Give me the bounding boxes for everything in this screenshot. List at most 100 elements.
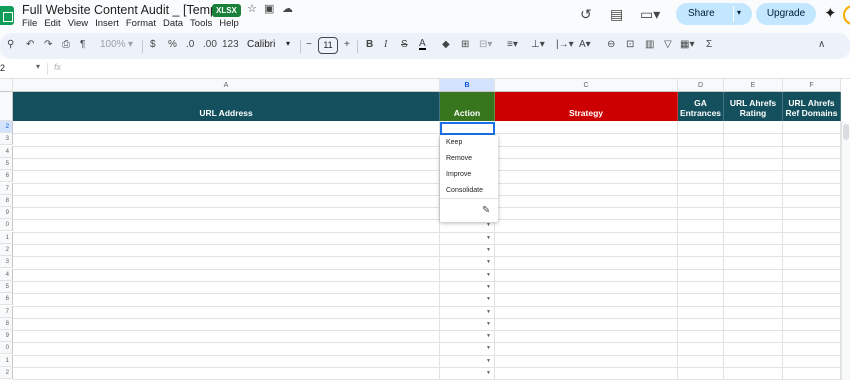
row-header[interactable]: 4 xyxy=(0,145,13,158)
row-header[interactable]: 8 xyxy=(0,194,13,207)
cell-dropdown-arrow-icon[interactable]: ▼ xyxy=(486,247,491,253)
share-button[interactable]: Share ▾ xyxy=(676,3,752,25)
row-header[interactable]: 5 xyxy=(0,280,13,293)
filter-icon[interactable]: ▽ xyxy=(664,39,672,50)
row-header[interactable]: 2 xyxy=(0,244,13,256)
scrollbar-thumb[interactable] xyxy=(843,124,849,140)
text-rotation-icon[interactable]: A▾ xyxy=(579,39,591,50)
cloud-status-icon[interactable]: ☁ xyxy=(282,2,293,15)
menu-help[interactable]: Help xyxy=(219,18,239,29)
move-folder-icon[interactable]: ▣ xyxy=(264,2,274,15)
row-header[interactable]: 2 xyxy=(0,367,13,379)
cell-dropdown-arrow-icon[interactable]: ▼ xyxy=(486,333,491,339)
header-url-ahrefs-rating[interactable]: URL Ahrefs Rating xyxy=(724,92,783,121)
paint-format-icon[interactable]: ¶ xyxy=(80,39,85,50)
cell-dropdown-arrow-icon[interactable]: ▼ xyxy=(486,222,491,228)
row-header[interactable]: 1 xyxy=(0,231,13,244)
column-header-f[interactable]: F xyxy=(783,79,841,92)
avatar[interactable] xyxy=(843,5,850,25)
column-c-cells[interactable] xyxy=(495,121,678,380)
percent-format-button[interactable]: % xyxy=(168,39,177,50)
dropdown-option-keep[interactable]: Keep xyxy=(446,139,462,146)
merge-cells-icon[interactable]: ⊟▾ xyxy=(479,39,492,50)
print-icon[interactable]: ⎙ xyxy=(62,39,70,50)
decrease-decimal-button[interactable]: .0 xyxy=(186,39,194,50)
horizontal-align-icon[interactable]: ≡▾ xyxy=(507,39,518,50)
menu-format[interactable]: Format xyxy=(126,18,156,29)
functions-button[interactable]: Σ xyxy=(706,39,712,50)
cell-dropdown-arrow-icon[interactable]: ▼ xyxy=(486,259,491,265)
edit-pencil-icon[interactable]: ✎ xyxy=(482,205,490,216)
row-header[interactable]: 0 xyxy=(0,219,13,232)
font-size-input[interactable]: 11 xyxy=(318,37,338,54)
cell-dropdown-arrow-icon[interactable]: ▼ xyxy=(486,345,491,351)
row-header[interactable]: 5 xyxy=(0,157,13,170)
column-d-cells[interactable] xyxy=(678,121,724,380)
vertical-align-icon[interactable]: ⊥▾ xyxy=(531,39,545,50)
increase-font-size-button[interactable]: + xyxy=(344,39,350,50)
cell-dropdown-arrow-icon[interactable]: ▼ xyxy=(486,321,491,327)
dropdown-option-remove[interactable]: Remove xyxy=(446,155,472,162)
vertical-scrollbar[interactable] xyxy=(841,121,850,380)
menu-insert[interactable]: Insert xyxy=(95,18,119,29)
row-header[interactable]: 4 xyxy=(0,268,13,281)
cell-dropdown-arrow-icon[interactable]: ▼ xyxy=(486,309,491,315)
menu-view[interactable]: View xyxy=(68,18,88,29)
column-f-cells[interactable] xyxy=(783,121,841,380)
row-header[interactable]: 6 xyxy=(0,293,13,306)
share-dropdown-icon[interactable]: ▾ xyxy=(737,8,741,17)
decrease-font-size-button[interactable]: − xyxy=(306,39,312,50)
cell-dropdown-arrow-icon[interactable]: ▼ xyxy=(486,370,491,376)
sheets-logo-icon[interactable] xyxy=(0,6,14,25)
menu-file[interactable]: File xyxy=(22,18,37,29)
menu-tools[interactable]: Tools xyxy=(190,18,212,29)
row-header-1[interactable] xyxy=(0,92,13,121)
header-url-address[interactable]: URL Address xyxy=(13,92,440,121)
text-color-button[interactable]: A xyxy=(419,39,426,50)
column-header-d[interactable]: D xyxy=(678,79,724,92)
menu-data[interactable]: Data xyxy=(163,18,183,29)
increase-decimal-button[interactable]: .00 xyxy=(203,39,217,50)
row-header[interactable]: 3 xyxy=(0,256,13,269)
row-header[interactable]: 2 xyxy=(0,121,13,133)
redo-icon[interactable]: ↷ xyxy=(44,39,52,50)
font-family-select[interactable]: Calibri ▾ xyxy=(244,37,298,55)
row-header[interactable]: 7 xyxy=(0,305,13,318)
strikethrough-icon[interactable]: S xyxy=(401,39,408,50)
column-e-cells[interactable] xyxy=(724,121,783,380)
menu-edit[interactable]: Edit xyxy=(44,18,60,29)
insert-comment-icon[interactable]: ⊡ xyxy=(626,39,634,50)
undo-icon[interactable]: ↶ xyxy=(26,39,34,50)
header-url-ahrefs-ref-domains[interactable]: URL Ahrefs Ref Domains xyxy=(783,92,841,121)
upgrade-button[interactable]: Upgrade xyxy=(756,3,816,25)
insert-chart-icon[interactable]: ▥ xyxy=(645,39,654,50)
bold-button[interactable]: B xyxy=(366,39,373,50)
column-a-cells[interactable] xyxy=(13,121,440,380)
dropdown-option-improve[interactable]: Improve xyxy=(446,171,471,178)
row-header[interactable]: 0 xyxy=(0,342,13,355)
zoom-select[interactable]: 100% xyxy=(100,39,126,50)
search-menus-icon[interactable]: ⚲ xyxy=(7,39,14,50)
cell-dropdown-arrow-icon[interactable]: ▼ xyxy=(486,296,491,302)
row-header[interactable]: 7 xyxy=(0,182,13,195)
insert-link-icon[interactable]: ⊖ xyxy=(607,39,615,50)
row-header[interactable]: 1 xyxy=(0,354,13,367)
cell-dropdown-arrow-icon[interactable]: ▼ xyxy=(486,272,491,278)
gemini-sparkle-icon[interactable]: ✦ xyxy=(824,4,837,22)
fill-color-icon[interactable]: ◆ xyxy=(442,39,450,50)
name-box-dropdown-icon[interactable]: ▾ xyxy=(36,62,40,71)
cell-dropdown-arrow-icon[interactable]: ▼ xyxy=(486,358,491,364)
dropdown-option-consolidate[interactable]: Consolidate xyxy=(446,187,483,194)
version-history-icon[interactable]: ↺ xyxy=(580,6,592,23)
row-header[interactable]: 3 xyxy=(0,133,13,146)
meet-video-icon[interactable]: ▭▾ xyxy=(640,6,660,23)
column-header-c[interactable]: C xyxy=(495,79,678,92)
borders-icon[interactable]: ⊞ xyxy=(461,39,469,50)
currency-format-button[interactable]: $ xyxy=(150,39,156,50)
document-title[interactable]: Full Website Content Audit _ [Template] xyxy=(22,3,241,17)
header-ga-entrances[interactable]: GA Entrances xyxy=(678,92,724,121)
row-header[interactable]: 9 xyxy=(0,207,13,220)
selected-cell-b2[interactable] xyxy=(440,122,495,135)
header-action[interactable]: Action xyxy=(440,92,495,121)
collapse-toolbar-icon[interactable]: ∧ xyxy=(818,39,825,50)
